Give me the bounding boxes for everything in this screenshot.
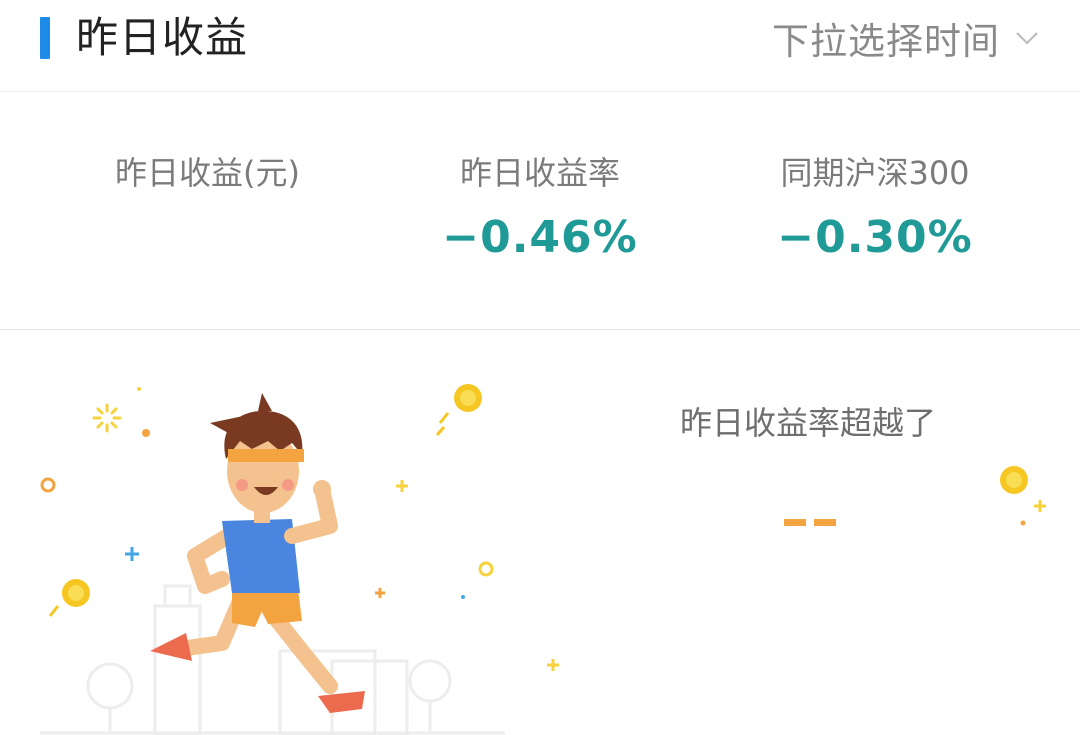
stat-csi300-same-period: 同期沪深300 −0.30% — [765, 148, 985, 264]
chevron-down-icon — [1016, 32, 1038, 45]
stat-yesterday-earnings: 昨日收益(元) — [100, 148, 315, 264]
page-title: 昨日收益 — [76, 13, 249, 62]
coin-icon — [435, 384, 482, 436]
coin-icon — [48, 579, 90, 617]
ranking-title: 昨日收益率超越了 — [680, 404, 937, 442]
stat-yesterday-return-rate: 昨日收益率 −0.46% — [430, 148, 650, 264]
stat-value — [100, 212, 315, 264]
runner-illustration — [40, 384, 559, 735]
coin-icon — [1000, 466, 1046, 526]
time-picker-dropdown[interactable]: 下拉选择时间 — [772, 12, 1040, 64]
stat-label: 昨日收益率 — [459, 154, 620, 192]
time-picker-label: 下拉选择时间 — [772, 20, 1000, 63]
stats-panel: 昨日收益(元) 昨日收益率 −0.46% 同期沪深300 −0.30% — [0, 92, 1080, 330]
header: 昨日收益 下拉选择时间 — [0, 0, 1080, 92]
stat-value: −0.30% — [777, 212, 973, 263]
title-accent-bar — [40, 17, 50, 59]
ranking-value-placeholder — [784, 519, 836, 526]
stat-label: 同期沪深300 — [780, 154, 970, 192]
stat-label: 昨日收益(元) — [115, 154, 300, 192]
stat-value: −0.46% — [442, 212, 638, 263]
